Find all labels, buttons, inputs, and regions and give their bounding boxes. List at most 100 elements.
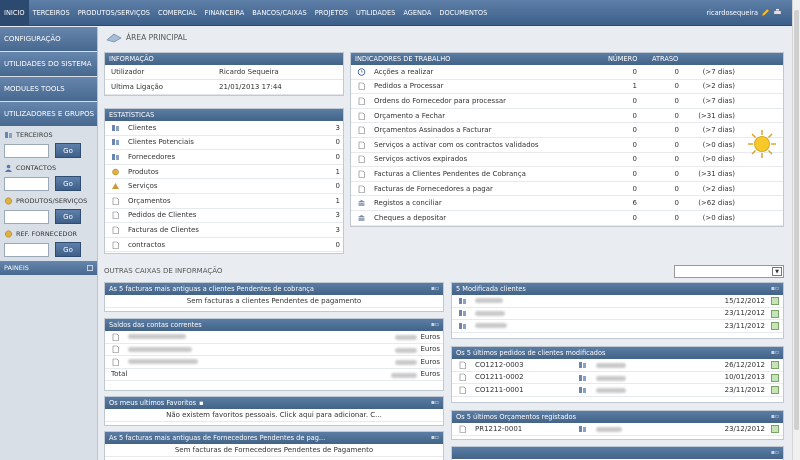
produtos-go-button[interactable]: Go	[55, 209, 81, 224]
indicator-label[interactable]: Pedidos a Processar	[374, 82, 444, 90]
sidebar-utilizadores[interactable]: UTILIZADORES E GRUPOS	[0, 102, 97, 126]
nav-agenda[interactable]: AGENDA	[399, 0, 435, 25]
indicator-row[interactable]: Facturas a Clientes Pendentes de Cobranç…	[351, 167, 783, 182]
box-controls-icon[interactable]: ▪▫	[431, 321, 439, 328]
nav-projetos[interactable]: PROJETOS	[311, 0, 352, 25]
pencil-icon[interactable]	[761, 8, 770, 17]
stat-label[interactable]: Clientes	[128, 124, 156, 132]
box-controls-icon[interactable]: ▪▫	[771, 349, 779, 356]
current-user[interactable]: ricardosequeira	[706, 9, 758, 17]
stat-row[interactable]: Orçamentos 1	[105, 194, 343, 209]
box-header[interactable]: As 5 facturas mais antiguas de Fornecedo…	[105, 432, 443, 444]
dropdown-arrow-icon[interactable]: ▼	[772, 267, 782, 276]
nav-financeira[interactable]: FINANCEIRA	[201, 0, 249, 25]
indicator-row[interactable]: Serviços a activar com os contractos val…	[351, 138, 783, 153]
indicator-label[interactable]: Cheques a depositar	[374, 214, 446, 222]
indicator-label[interactable]: Registos a conciliar	[374, 199, 442, 207]
contactos-go-button[interactable]: Go	[55, 176, 81, 191]
box-header[interactable]: ▪▫	[452, 447, 783, 459]
box-header[interactable]: As 5 facturas mais antiguas a clientes P…	[105, 283, 443, 295]
order-row[interactable]: CO1211-0001 23/11/2012	[452, 384, 783, 397]
indicator-label[interactable]: Orçamentos Assinados a Facturar	[374, 126, 491, 134]
stat-label[interactable]: contractos	[128, 241, 165, 249]
indicator-label[interactable]: Facturas a Clientes Pendentes de Cobranç…	[374, 170, 526, 178]
box-controls-icon[interactable]: ▪▫	[771, 449, 779, 456]
terceiros-search-input[interactable]	[4, 143, 49, 158]
indicator-row[interactable]: Ordens do Fornecedor para processar 0 0 (>7…	[351, 94, 783, 109]
balance-row[interactable]: Euros	[105, 331, 443, 344]
stat-label[interactable]: Fornecedores	[128, 153, 175, 161]
stat-row[interactable]: Produtos 1	[105, 165, 343, 180]
stat-label[interactable]: Pedidos de Clientes	[128, 211, 196, 219]
stat-row[interactable]: Facturas de Clientes 3	[105, 223, 343, 238]
nav-produtos[interactable]: PRODUTOS/SERVIÇOS	[74, 0, 154, 25]
order-ref[interactable]: CO1211-0002	[475, 373, 524, 381]
sidebar-paineis[interactable]: PAINEIS	[0, 261, 97, 275]
indicator-row[interactable]: Cheques a depositar 0 0 (>0 dias)	[351, 211, 783, 226]
modified-client-row[interactable]: 23/11/2012	[452, 320, 783, 333]
stat-label[interactable]: Clientes Potenciais	[128, 138, 194, 146]
box-header[interactable]: Saldos das contas correntes ▪▫	[105, 319, 443, 331]
indicator-label[interactable]: Ordens do Fornecedor para processar	[374, 97, 506, 105]
stat-row[interactable]: Clientes Potenciais 0	[105, 136, 343, 151]
indicator-row[interactable]: Serviços activos expirados 0 0 (>0 dias)	[351, 153, 783, 168]
quote-row[interactable]: PR1212-0001 23/12/2012	[452, 423, 783, 436]
print-icon[interactable]	[773, 8, 782, 17]
stat-row[interactable]: Pedidos de Clientes 3	[105, 209, 343, 224]
box-header[interactable]: Os 5 últimos Orçamentos registados ▪▫	[452, 411, 783, 423]
scrollbar-thumb[interactable]	[794, 10, 799, 430]
indicator-row[interactable]: Facturas de Fornecedores a pagar 0 0 (>2 di…	[351, 182, 783, 197]
indicator-row[interactable]: Registos a conciliar 6 0 (>62 dias)	[351, 196, 783, 211]
balance-row[interactable]: Euros	[105, 356, 443, 369]
quote-ref[interactable]: PR1212-0001	[475, 425, 522, 433]
indicator-row[interactable]: Orçamentos Assinados a Facturar 0 0 (>7 dia…	[351, 123, 783, 138]
nav-inicio[interactable]: INICIO	[0, 0, 29, 25]
stat-label[interactable]: Produtos	[128, 168, 159, 176]
order-row[interactable]: CO1211-0002 10/01/2013	[452, 372, 783, 384]
modified-client-row[interactable]: 23/11/2012	[452, 308, 783, 320]
stat-row[interactable]: Clientes 3	[105, 121, 343, 136]
nav-utilidades[interactable]: UTILIDADES	[352, 0, 399, 25]
nav-terceiros[interactable]: TERCEIROS	[29, 0, 74, 25]
order-row[interactable]: CO1212-0003 26/12/2012	[452, 359, 783, 372]
indicator-label[interactable]: Serviços activos expirados	[374, 155, 467, 163]
vertical-scrollbar[interactable]	[792, 0, 800, 460]
nav-comercial[interactable]: COMERCIAL	[154, 0, 201, 25]
indicator-row[interactable]: Acções a realizar 0 0 (>7 dias)	[351, 65, 783, 80]
panel-toggle-icon[interactable]	[87, 265, 93, 271]
nav-bancos[interactable]: BANCOS/CAIXAS	[248, 0, 310, 25]
stat-row[interactable]: contractos 0	[105, 238, 343, 253]
indicator-label[interactable]: Facturas de Fornecedores a pagar	[374, 185, 493, 193]
stat-label[interactable]: Facturas de Clientes	[128, 226, 199, 234]
ref-fornecedor-go-button[interactable]: Go	[55, 242, 81, 257]
balance-row[interactable]: Euros	[105, 344, 443, 356]
terceiros-go-button[interactable]: Go	[55, 143, 81, 158]
contactos-search-input[interactable]	[4, 176, 49, 191]
order-ref[interactable]: CO1212-0003	[475, 361, 524, 369]
stat-row[interactable]: Serviços 0	[105, 179, 343, 194]
sidebar-configuracao[interactable]: CONFIGURAÇÃO	[0, 27, 97, 51]
box-header[interactable]: Os meus ultimos Favoritos ▪ ▪▫	[105, 397, 443, 409]
box-controls-icon[interactable]: ▪▫	[771, 413, 779, 420]
box-controls-icon[interactable]: ▪▫	[431, 434, 439, 441]
favorites-add-link[interactable]: Não existem favoritos pessoais. Click aq…	[105, 409, 443, 422]
box-controls-icon[interactable]: ▪▫	[431, 399, 439, 406]
box-header[interactable]: Os 5 últimos pedidos de clientes modific…	[452, 347, 783, 359]
indicator-label[interactable]: Acções a realizar	[374, 68, 433, 76]
box-controls-icon[interactable]: ▪▫	[771, 285, 779, 292]
indicator-label[interactable]: Orçamento a Fechar	[374, 112, 445, 120]
indicator-label[interactable]: Serviços a activar com os contractos val…	[374, 141, 539, 149]
nav-documentos[interactable]: DOCUMENTOS	[435, 0, 491, 25]
box-controls-icon[interactable]: ▪▫	[431, 285, 439, 292]
indicator-row[interactable]: Pedidos a Processar 1 0 (>2 dias)	[351, 80, 783, 95]
modified-client-row[interactable]: 15/12/2012	[452, 295, 783, 308]
ref-fornecedor-search-input[interactable]	[4, 242, 49, 257]
stat-label[interactable]: Orçamentos	[128, 197, 171, 205]
indicator-row[interactable]: Orçamento a Fechar 0 0 (>31 dias)	[351, 109, 783, 124]
order-ref[interactable]: CO1211-0001	[475, 386, 524, 394]
stat-label[interactable]: Serviços	[128, 182, 158, 190]
boxes-select[interactable]: ▼	[674, 265, 784, 278]
stat-row[interactable]: Fornecedores 0	[105, 150, 343, 165]
box-header[interactable]: 5 Modificada clientes ▪▫	[452, 283, 783, 295]
sidebar-utilidades-sistema[interactable]: UTILIDADES DO SISTEMA	[0, 52, 97, 76]
